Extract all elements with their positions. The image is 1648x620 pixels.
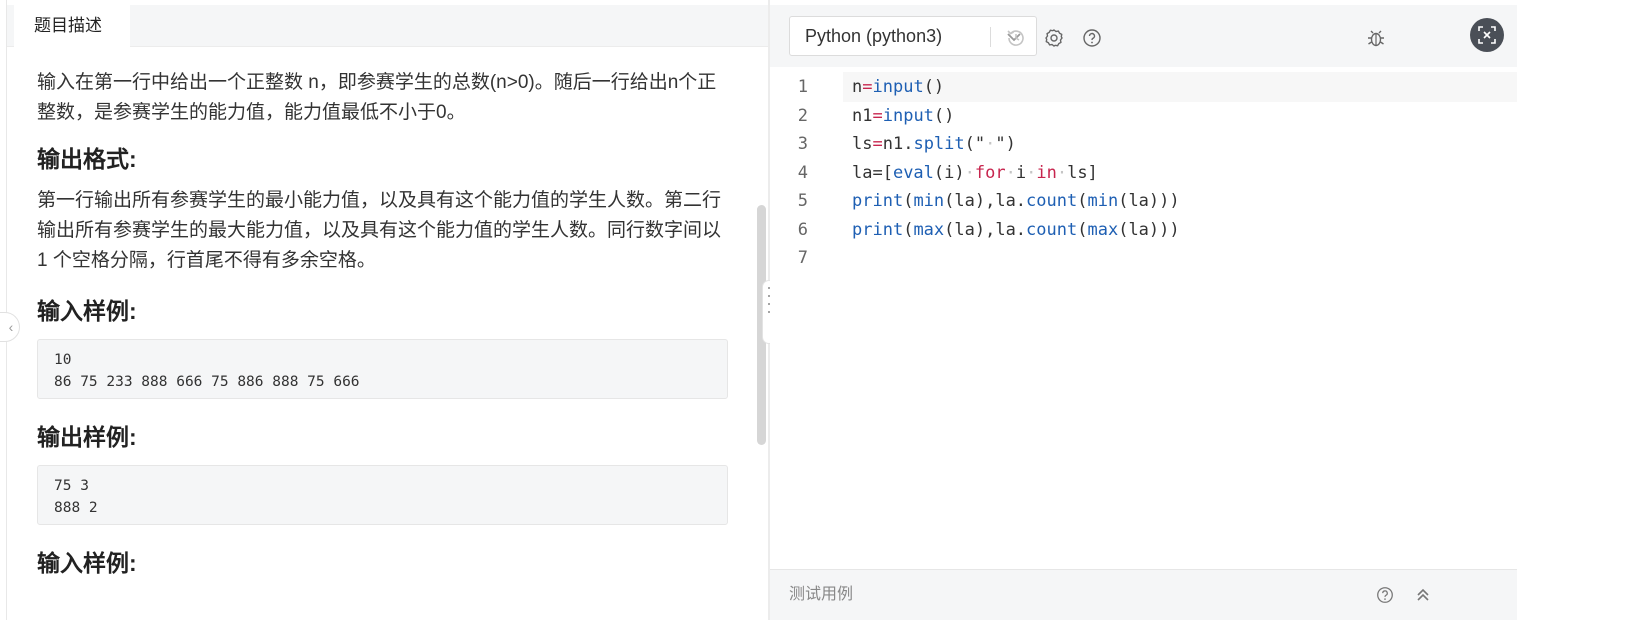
expand-up-icon[interactable] bbox=[1413, 585, 1433, 605]
code-line-text[interactable]: n=input() bbox=[852, 72, 944, 102]
line-number: 5 bbox=[797, 191, 808, 211]
section-heading-sample-output: 输出样例: bbox=[37, 424, 137, 450]
help-icon[interactable] bbox=[1375, 585, 1395, 605]
left-edge-divider bbox=[6, 0, 7, 620]
section-heading-sample-input-2: 输入样例: bbox=[37, 550, 137, 576]
code-line-text[interactable]: print(min(la),la.count(min(la))) bbox=[852, 186, 1180, 216]
problem-tabbar: 题目描述 bbox=[7, 5, 768, 47]
input-format-text: 输入在第一行中给出一个正整数 n，即参赛学生的总数(n>0)。随后一行给出n个正… bbox=[37, 72, 717, 123]
code-line[interactable]: 6 print(max(la),la.count(max(la))) bbox=[770, 215, 1517, 245]
line-number: 6 bbox=[797, 219, 808, 240]
code-line[interactable]: 2 n1=input() bbox=[770, 101, 1517, 131]
section-heading-output-format: 输出格式: bbox=[37, 146, 137, 172]
code-line-text[interactable]: ls=n1.split("·") bbox=[852, 129, 1016, 159]
line-number: 3 bbox=[797, 134, 808, 154]
language-select-value: Python (python3) bbox=[805, 26, 943, 46]
editor-pane: Python (python3) 1 n=input() 2 n1=input(… bbox=[770, 0, 1517, 620]
code-line[interactable]: 1 n=input() bbox=[770, 72, 1517, 102]
code-line[interactable]: 5 print(min(la),la.count(min(la))) bbox=[770, 186, 1517, 216]
collapse-sidebar-button[interactable]: ‹ bbox=[0, 312, 20, 342]
code-line-text[interactable]: print(max(la),la.count(max(la))) bbox=[852, 215, 1180, 245]
code-line[interactable]: 4 la=[eval(i)·for·i·in·ls] bbox=[770, 158, 1517, 188]
output-format-text: 第一行输出所有参赛学生的最小能力值，以及具有这个能力值的学生人数。第二行输出所有… bbox=[37, 190, 722, 271]
line-number: 1 bbox=[797, 77, 808, 97]
editor-toolbar: Python (python3) bbox=[770, 5, 1517, 67]
debug-icon[interactable] bbox=[1365, 27, 1387, 49]
language-select[interactable]: Python (python3) bbox=[789, 16, 1037, 56]
code-line-text[interactable]: n1=input() bbox=[852, 101, 954, 131]
settings-icon[interactable] bbox=[1043, 27, 1065, 49]
sample-input-code: 10 86 75 233 888 666 75 886 888 75 666 bbox=[37, 339, 728, 399]
code-line[interactable]: 3 ls=n1.split("·") bbox=[770, 129, 1517, 159]
chevron-left-icon: ‹ bbox=[8, 319, 14, 335]
code-editor[interactable]: 1 n=input() 2 n1=input() 3 ls=n1.split("·") 4 l… bbox=[770, 72, 1517, 564]
problem-content: 输入在第一行中给出一个正整数 n，即参赛学生的总数(n>0)。随后一行给出n个正… bbox=[37, 68, 731, 128]
section-heading-sample-input: 输入样例: bbox=[37, 298, 137, 324]
sample-output-code: 75 3 888 2 bbox=[37, 465, 728, 525]
tab-problem-description[interactable]: 题目描述 bbox=[14, 5, 130, 47]
fullscreen-run-button[interactable] bbox=[1470, 18, 1504, 52]
test-cases-label: 测试用例 bbox=[789, 586, 854, 603]
line-number: 4 bbox=[797, 162, 808, 183]
history-icon[interactable] bbox=[1005, 27, 1027, 49]
fullscreen-icon bbox=[1478, 26, 1496, 44]
code-line-text[interactable]: la=[eval(i)·for·i·in·ls] bbox=[852, 158, 1098, 188]
help-icon[interactable] bbox=[1081, 27, 1103, 49]
problem-pane: 题目描述 ‹ 输入在第一行中给出一个正整数 n，即参赛学生的总数(n>0)。随后… bbox=[0, 0, 768, 620]
code-line[interactable]: 7 bbox=[770, 243, 1517, 273]
line-number: 2 bbox=[797, 105, 808, 126]
line-number: 7 bbox=[797, 248, 808, 268]
test-cases-bar[interactable]: 测试用例 bbox=[770, 569, 1517, 620]
